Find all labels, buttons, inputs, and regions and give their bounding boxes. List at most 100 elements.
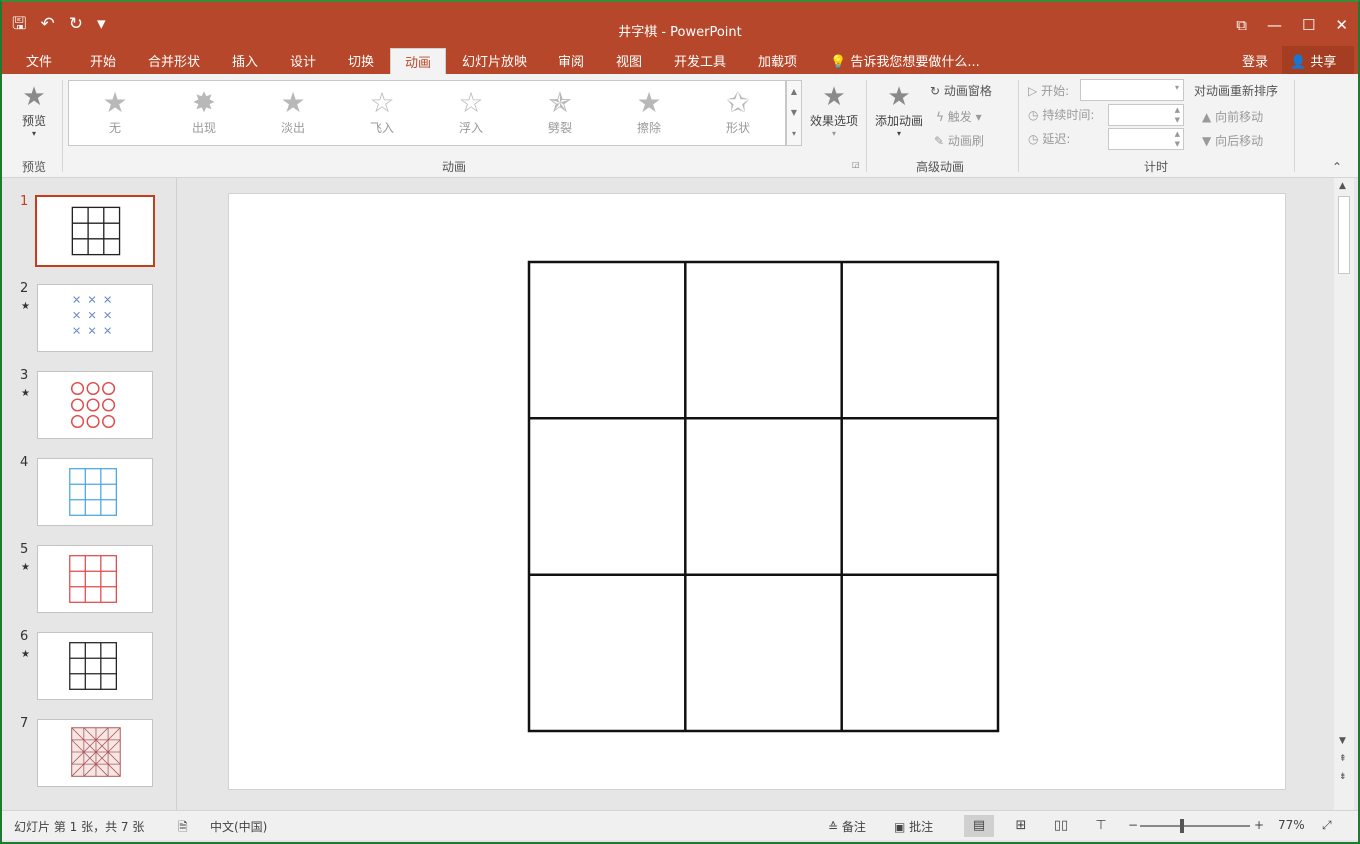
delay-input[interactable]: ▲ ▼ [1108, 128, 1184, 150]
notes-button[interactable]: ≙ 备注 [828, 818, 866, 835]
anim-fly-in[interactable]: ☆ 飞入 [352, 87, 412, 136]
zoom-slider-thumb[interactable] [1180, 819, 1184, 833]
animation-star-icon: ★ [21, 649, 30, 660]
tab-addins[interactable]: 加载项 [758, 51, 797, 70]
notes-label: 备注 [841, 820, 866, 834]
delay-text: 延迟: [1042, 132, 1071, 146]
anim-wipe[interactable]: ★ 擦除 [619, 87, 679, 136]
slide-editing-area [178, 178, 1334, 810]
tab-design[interactable]: 设计 [290, 51, 316, 70]
tab-view[interactable]: 视图 [616, 51, 642, 70]
group-separator [1018, 80, 1019, 172]
gallery-up-icon[interactable]: ▲ [787, 81, 801, 102]
tab-slideshow[interactable]: 幻灯片放映 [462, 51, 527, 70]
zoom-slider[interactable] [1140, 825, 1250, 827]
spellcheck-icon[interactable]: 🗎 [178, 818, 188, 839]
scroll-down-icon[interactable]: ▼ [1339, 736, 1346, 746]
slide-number: 7 [20, 716, 29, 731]
current-slide[interactable] [228, 193, 1286, 790]
collapse-ribbon-icon[interactable]: ⌃ [1332, 160, 1342, 174]
tic-tac-toe-grid[interactable] [229, 194, 1287, 791]
tab-transitions[interactable]: 切换 [348, 51, 374, 70]
effect-star-icon: ★ [822, 82, 846, 112]
trigger-button[interactable]: ϟ 触发 ▾ [936, 108, 982, 125]
zoom-out-icon[interactable]: − [1128, 818, 1138, 832]
tell-me-box[interactable]: 💡 告诉我您想要做什么... [830, 51, 980, 70]
slide-sorter-view-icon[interactable]: ⊞ [1006, 815, 1036, 837]
anim-fade[interactable]: ★ 淡出 [263, 87, 323, 136]
down-arrow-icon: ▼ [1202, 134, 1212, 148]
maximize-icon[interactable]: ☐ [1302, 16, 1315, 34]
slide-thumbnail-7[interactable] [37, 719, 153, 787]
anim-shape[interactable]: ✩ 形状 [708, 87, 768, 136]
start-select[interactable]: ▾ [1080, 79, 1184, 101]
minimize-icon[interactable]: — [1267, 16, 1282, 34]
language-indicator[interactable]: 中文(中国) [210, 818, 267, 835]
animation-star-icon: ★ [21, 301, 30, 312]
add-animation-star-icon: ★ [887, 82, 911, 112]
animation-pane-button[interactable]: ↻ 动画窗格 [930, 82, 992, 99]
slide-thumbnail-4[interactable] [37, 458, 153, 526]
delay-spinner-icon[interactable]: ▲ ▼ [1175, 129, 1180, 149]
effect-options-button[interactable]: ★ 效果选项 ▾ [804, 82, 864, 138]
group-label-timing: 计时 [1144, 160, 1169, 174]
reading-view-icon[interactable]: ▯▯ [1046, 815, 1076, 837]
gallery-down-icon[interactable]: ▼ [787, 102, 801, 123]
tab-developer[interactable]: 开发工具 [674, 51, 726, 70]
start-dropdown-icon[interactable]: ▾ [1175, 83, 1179, 92]
share-button[interactable]: 👤 共享 [1282, 46, 1354, 74]
animation-gallery: ★ 无 ✸ 出现 ★ 淡出 ☆ 飞入 ☆ 浮入 ✯ 劈裂 ★ 擦除 ✩ 形状 [68, 80, 786, 146]
tab-animations[interactable]: 动画 [390, 48, 447, 74]
tab-home[interactable]: 开始 [90, 51, 116, 70]
start-label: ▷ 开始: [1028, 82, 1069, 99]
group-label-advanced: 高级动画 [916, 160, 965, 174]
anim-float-in[interactable]: ☆ 浮入 [441, 87, 501, 136]
tab-merge-shapes[interactable]: 合并形状 [148, 51, 200, 70]
tab-file[interactable]: 文件 [26, 51, 52, 70]
zoom-level[interactable]: 77% [1278, 818, 1305, 832]
slide-number: 2 [20, 281, 29, 296]
tab-insert[interactable]: 插入 [232, 51, 258, 70]
next-slide-icon[interactable]: ⇟ [1339, 772, 1347, 782]
gallery-scroll[interactable]: ▲ ▼ ▾ [786, 80, 802, 146]
anim-none[interactable]: ★ 无 [85, 87, 145, 136]
normal-view-icon[interactable]: ▤ [964, 815, 994, 837]
add-animation-button[interactable]: ★ 添加动画 ▾ [870, 82, 928, 138]
scroll-up-icon[interactable]: ▲ [1339, 181, 1346, 191]
move-earlier-button[interactable]: ▲ 向前移动 [1202, 108, 1263, 125]
delay-label: ◷ 延迟: [1028, 130, 1070, 147]
group-label-preview: 预览 [22, 160, 47, 174]
preview-dropdown-icon: ▾ [31, 129, 36, 138]
slide-thumbnail-2[interactable] [37, 284, 153, 352]
anim-label: 擦除 [636, 121, 661, 135]
lightning-icon: ϟ [936, 110, 944, 124]
previous-slide-icon[interactable]: ⇞ [1339, 754, 1347, 764]
comments-button[interactable]: ▣ 批注 [894, 818, 933, 835]
gallery-more-icon[interactable]: ▾ [787, 123, 801, 144]
slide-thumbnail-3[interactable] [37, 371, 153, 439]
zoom-in-icon[interactable]: + [1254, 818, 1264, 832]
duration-input[interactable]: ▲ ▼ [1108, 104, 1184, 126]
vertical-scrollbar[interactable]: ▲ ▼ ⇞ ⇟ [1334, 178, 1354, 810]
anim-appear[interactable]: ✸ 出现 [174, 87, 234, 136]
slideshow-view-icon[interactable]: ⊤ [1086, 815, 1116, 837]
anim-label: 浮入 [458, 121, 483, 135]
slide-thumbnail-6[interactable] [37, 632, 153, 700]
anim-label: 出现 [191, 121, 216, 135]
ribbon: ★ 预览 ▾ 预览 ★ 无 ✸ 出现 ★ 淡出 ☆ 飞入 ☆ 浮入 ✯ 劈裂 ★ 擦除 ✩ 形状… [2, 74, 1358, 178]
anim-split[interactable]: ✯ 劈裂 [530, 87, 590, 136]
duration-spinner-icon[interactable]: ▲ ▼ [1175, 105, 1180, 125]
scrollbar-thumb[interactable] [1338, 196, 1350, 274]
fit-to-window-icon[interactable]: ⤢ [1322, 818, 1332, 833]
login-link[interactable]: 登录 [1242, 51, 1268, 70]
close-icon[interactable]: ✕ [1335, 16, 1348, 34]
dialog-launcher-icon[interactable]: ◲ [852, 160, 860, 169]
ribbon-display-options-icon[interactable]: ⧉ [1236, 16, 1247, 34]
animation-painter-button[interactable]: ✎ 动画刷 [934, 132, 984, 149]
move-later-button[interactable]: ▼ 向后移动 [1202, 132, 1263, 149]
blue-grid-graphic [69, 468, 117, 516]
slide-thumbnail-5[interactable] [37, 545, 153, 613]
preview-button[interactable]: ★ 预览 ▾ [14, 82, 54, 138]
slide-thumbnail-1[interactable] [35, 195, 155, 267]
tab-review[interactable]: 审阅 [558, 51, 584, 70]
